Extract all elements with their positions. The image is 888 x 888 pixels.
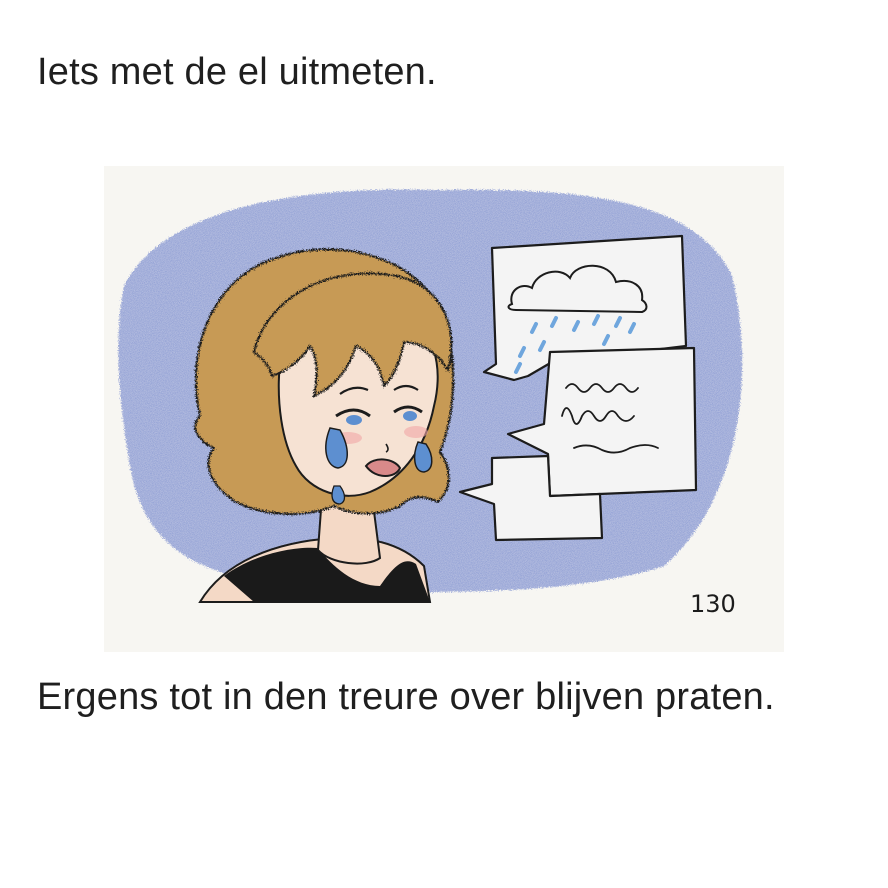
illustration-card: 130 <box>104 166 784 652</box>
page: Iets met de el uitmeten. 130 Ergens tot … <box>0 0 888 888</box>
caption-bottom: Ergens tot in den treure over blijven pr… <box>37 676 775 718</box>
caption-top: Iets met de el uitmeten. <box>37 51 437 93</box>
page-number: 130 <box>690 590 736 618</box>
crying-girl-illustration: 130 <box>104 166 784 652</box>
